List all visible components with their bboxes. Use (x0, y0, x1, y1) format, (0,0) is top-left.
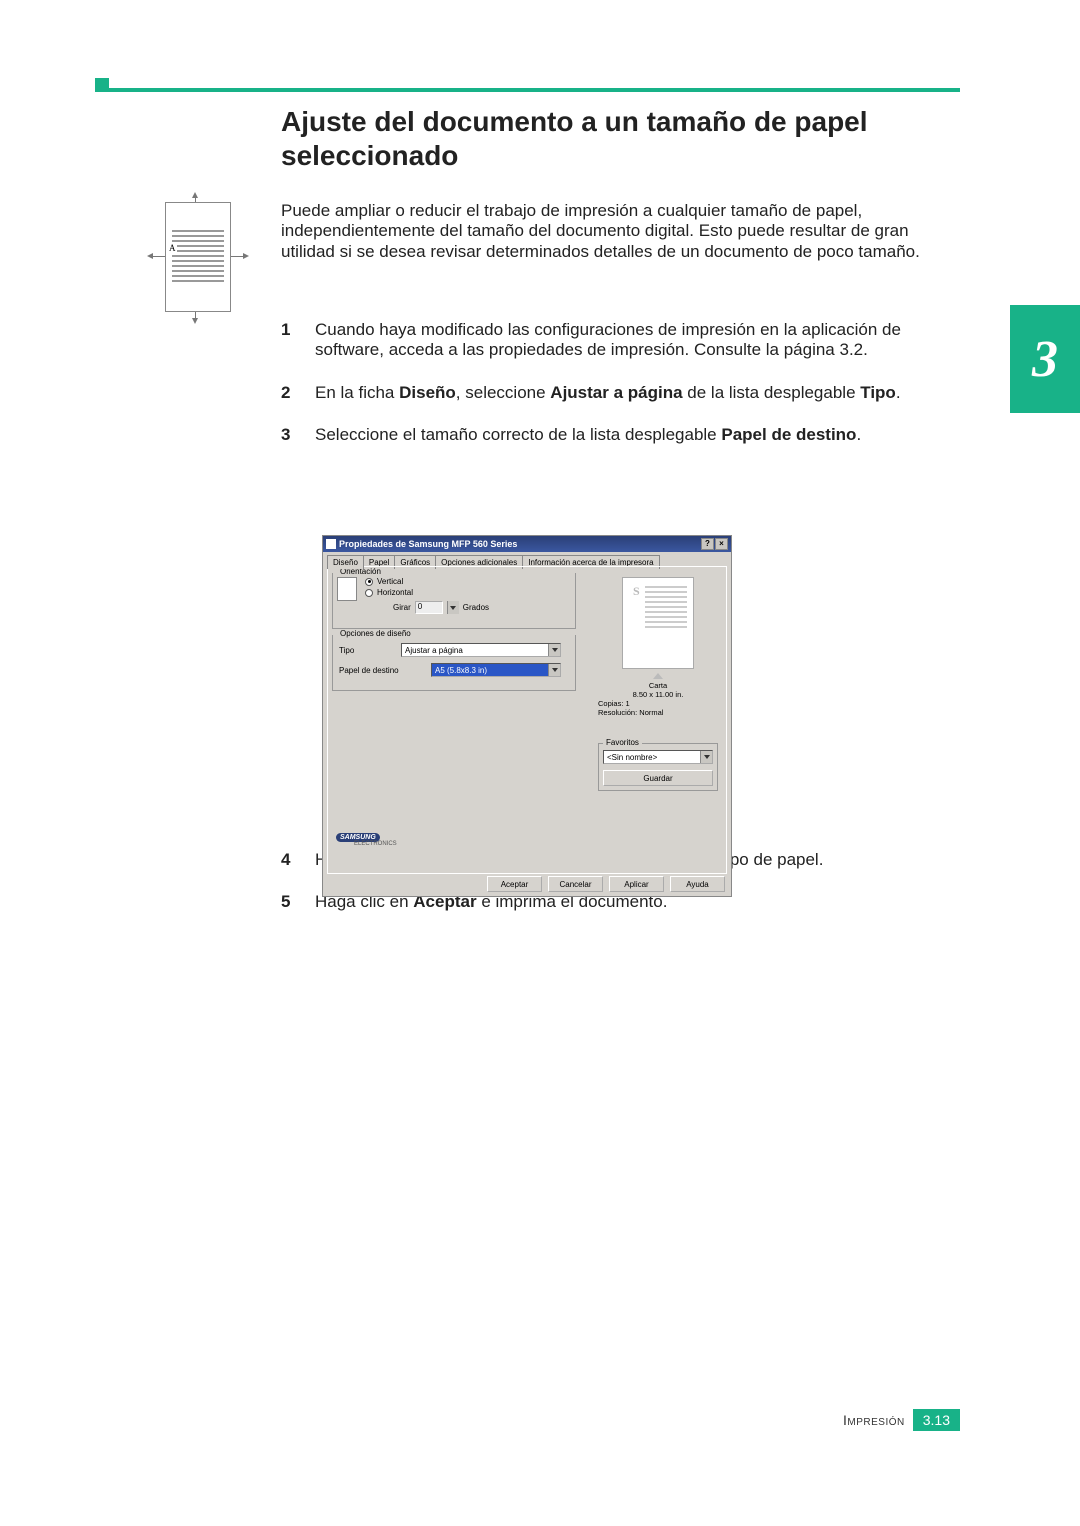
target-paper-dropdown[interactable]: A5 (5.8x8.3 in) (431, 663, 561, 677)
illustration-letter: A (168, 243, 177, 253)
radio-icon (365, 578, 373, 586)
target-paper-label: Papel de destino (339, 666, 401, 675)
orientation-preview-icon (337, 577, 357, 601)
step-body: En la ficha Diseño, seleccione Ajustar a… (315, 383, 925, 403)
printer-icon (326, 539, 336, 549)
fit-to-page-illustration: A (151, 194, 246, 322)
rotate-label: Girar (393, 603, 411, 612)
intro-paragraph: Puede ampliar o reducir el trabajo de im… (281, 201, 925, 262)
radio-horizontal[interactable]: Horizontal (365, 588, 489, 597)
cancel-button[interactable]: Cancelar (548, 876, 603, 892)
orientation-group: Vertical Horizontal Girar 0 Grados (332, 573, 576, 629)
preview-page-icon: S (622, 577, 694, 669)
chevron-down-icon (700, 751, 712, 763)
page-preview: S Carta 8.50 x 11.00 in. Copias: 1 Resol… (598, 577, 718, 733)
step-number: 1 (281, 320, 315, 361)
footer-section-label: Impresión (843, 1412, 905, 1428)
layout-options-group: Tipo Ajustar a página Papel de destino A… (332, 635, 576, 691)
favorites-group: <Sin nombre> Guardar (598, 743, 718, 791)
help-button[interactable]: Ayuda (670, 876, 725, 892)
apply-button[interactable]: Aplicar (609, 876, 664, 892)
dialog-panel: Vertical Horizontal Girar 0 Grados Tipo … (327, 566, 727, 874)
dialog-title: Propiedades de Samsung MFP 560 Series (339, 539, 517, 549)
preview-paper-size: 8.50 x 11.00 in. (598, 690, 718, 699)
footer-page-number: 3.13 (913, 1409, 960, 1431)
step-number: 2 (281, 383, 315, 403)
dialog-titlebar: Propiedades de Samsung MFP 560 Series ? … (323, 536, 731, 552)
close-window-button[interactable]: × (715, 538, 728, 550)
ok-button[interactable]: Aceptar (487, 876, 542, 892)
step-1: 1 Cuando haya modificado las configuraci… (281, 320, 925, 361)
preview-copies: Copias: 1 (598, 699, 718, 708)
step-number: 3 (281, 425, 315, 445)
rotate-value-field[interactable]: 0 (415, 601, 443, 614)
tab-diseno[interactable]: Diseño (327, 555, 364, 569)
chapter-tab: 3 (1010, 305, 1080, 413)
chevron-down-icon[interactable] (447, 601, 459, 614)
save-favorite-button[interactable]: Guardar (603, 770, 713, 786)
degrees-label: Grados (463, 603, 489, 612)
chevron-down-icon (548, 644, 560, 656)
step-2: 2 En la ficha Diseño, seleccione Ajustar… (281, 383, 925, 403)
samsung-logo: SAMSUNG ELECTRONICS (336, 832, 397, 847)
type-dropdown[interactable]: Ajustar a página (401, 643, 561, 657)
step-number: 4 (281, 850, 315, 870)
printer-properties-dialog: Propiedades de Samsung MFP 560 Series ? … (322, 535, 732, 897)
preview-resolution: Resolución: Normal (598, 708, 718, 717)
dialog-action-buttons: Aceptar Cancelar Aplicar Ayuda (487, 876, 725, 892)
step-number: 5 (281, 892, 315, 912)
page-footer: Impresión 3.13 (843, 1409, 960, 1431)
help-window-button[interactable]: ? (701, 538, 714, 550)
chevron-down-icon (548, 664, 560, 676)
type-label: Tipo (339, 646, 401, 655)
header-rule (95, 88, 960, 92)
triangle-icon (653, 673, 663, 679)
favorites-dropdown[interactable]: <Sin nombre> (603, 750, 713, 764)
step-body: Seleccione el tamaño correcto de la list… (315, 425, 925, 445)
page-heading: Ajuste del documento a un tamaño de pape… (281, 105, 925, 172)
radio-vertical[interactable]: Vertical (365, 577, 489, 586)
step-body: Cuando haya modificado las configuracion… (315, 320, 925, 361)
preview-paper-name: Carta (598, 681, 718, 690)
radio-icon (365, 589, 373, 597)
illustration-page-icon: A (165, 202, 231, 312)
step-3: 3 Seleccione el tamaño correcto de la li… (281, 425, 925, 445)
